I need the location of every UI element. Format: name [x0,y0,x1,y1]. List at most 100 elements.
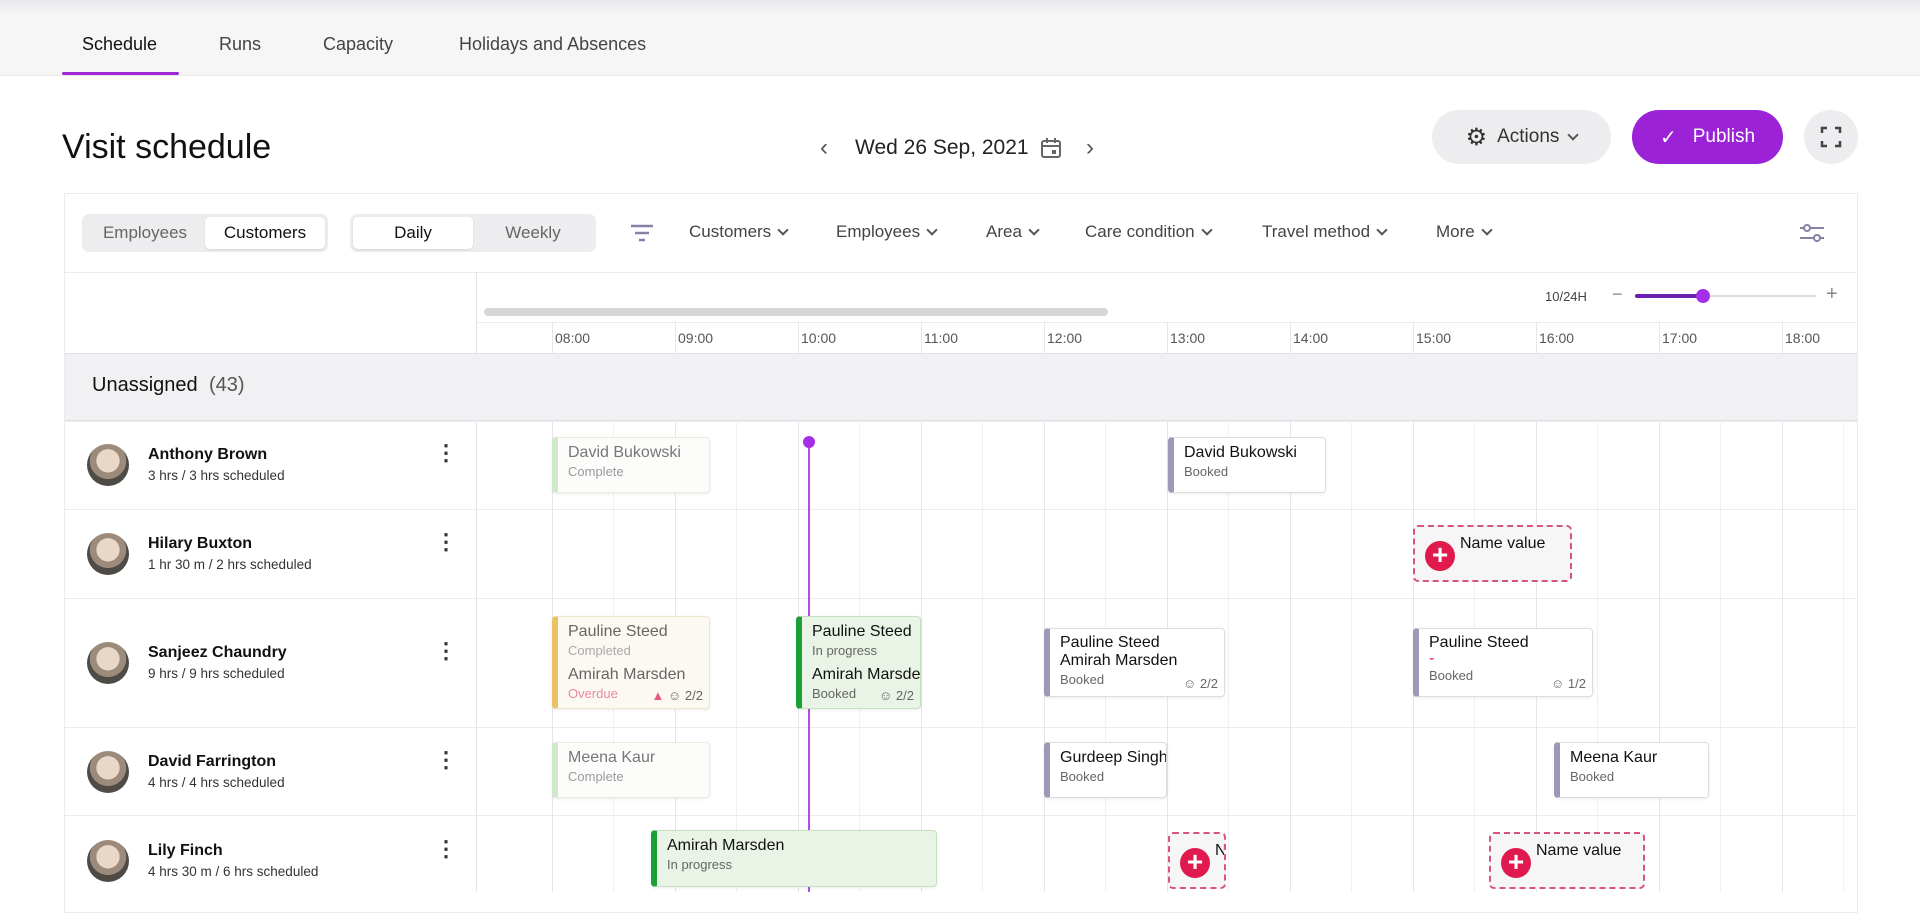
tab-runs[interactable]: Runs [219,34,261,55]
tab-capacity[interactable]: Capacity [323,34,393,55]
filter-travel-method[interactable]: Travel method [1262,222,1388,242]
half-hour-gridline [1351,353,1352,892]
filter-care-condition[interactable]: Care condition [1085,222,1213,242]
visit-card[interactable]: Meena Kaur Complete [552,742,710,798]
avatar [87,840,129,882]
filter-label: Area [986,222,1022,241]
customer-name: Lily Finch [148,842,223,859]
row-divider [65,727,1857,728]
chevron-down-icon [1481,223,1493,236]
visit-card[interactable]: Amirah Marsden In progress [651,830,937,887]
staff-count: 2/2 [1199,676,1218,691]
more-options-icon[interactable]: ⋮ [435,442,457,464]
hour-label: 10:00 [801,330,837,346]
half-hour-gridline [982,353,983,892]
row-divider [65,509,1857,510]
toggle-customers[interactable]: Customers [205,217,325,249]
visit-employee-2: Amirah Marsden [568,666,686,683]
more-options-icon[interactable]: ⋮ [435,749,457,771]
fullscreen-button[interactable] [1804,110,1858,164]
hour-label: 11:00 [924,330,958,346]
unassigned-count: (43) [209,374,245,396]
visit-name: N [1215,842,1226,859]
people-icon: ☺ [668,688,682,703]
filter-employees[interactable]: Employees [836,222,938,242]
visit-card[interactable]: Pauline Steed Completed Amirah Marsden Ove… [552,616,710,709]
filter-customers[interactable]: Customers [689,222,789,242]
zoom-label: 10/24H [1545,289,1587,304]
staff-count: 2/2 [684,688,703,703]
visit-employee: Gurdeep Singh [1060,749,1167,766]
check-icon: ✓ [1659,126,1677,149]
unassigned-row[interactable]: Unassigned (43) [65,353,1857,421]
visit-employee: David Bukowski [568,444,681,461]
scheduled-hours: 1 hr 30 m / 2 hrs scheduled [148,557,312,572]
zoom-out-button[interactable]: − [1612,284,1623,305]
toggle-employees[interactable]: Employees [85,217,205,249]
divider [65,272,1857,273]
zoom-slider-thumb[interactable] [1696,289,1710,303]
period-toggle[interactable]: Daily Weekly [350,214,596,252]
warning-icon: ▲ [651,688,665,703]
visit-card[interactable]: Meena Kaur Booked [1554,742,1709,798]
people-icon: ☺ [1183,676,1197,691]
view-toggle[interactable]: Employees Customers [82,214,328,252]
visit-card[interactable]: David Bukowski Complete [552,437,710,493]
actions-label: Actions [1497,126,1560,147]
filter-label: Employees [836,222,921,241]
customer-name: Sanjeez Chaundry [148,644,287,661]
next-day-button[interactable]: › [1086,134,1094,162]
sliders-icon[interactable] [1799,222,1825,244]
publish-button[interactable]: ✓ Publish [1632,110,1783,164]
unassigned-label: Unassigned [92,374,198,396]
tab-schedule[interactable]: Schedule [82,34,157,55]
visit-card[interactable]: Pauline Steed - Booked ☺ 1/2 [1413,628,1593,697]
unassigned-visit-card[interactable]: + N [1168,832,1226,889]
filter-label: Care condition [1085,222,1195,241]
scheduled-hours: 3 hrs / 3 hrs scheduled [148,468,285,483]
half-hour-gridline [1105,353,1106,892]
unassigned-visit-card[interactable]: + Name value [1413,525,1572,582]
add-icon[interactable]: + [1501,848,1531,878]
visit-card[interactable]: Pauline Steed Amirah Marsden Booked ☺ 2/2 [1044,628,1225,697]
add-icon[interactable]: + [1180,848,1210,878]
half-hour-gridline [1597,353,1598,892]
filter-more[interactable]: More [1436,222,1493,242]
filter-area[interactable]: Area [986,222,1040,242]
chevron-down-icon [1567,128,1580,141]
half-hour-gridline [1843,353,1844,892]
visit-status: In progress [812,643,878,658]
zoom-in-button[interactable]: + [1826,283,1838,306]
prev-day-button[interactable]: ‹ [820,134,828,162]
visit-employee: Pauline Steed [1429,634,1529,651]
horizontal-scrollbar[interactable] [484,308,1108,316]
unassigned-visit-card[interactable]: + Name value [1489,832,1645,889]
schedule-panel [64,193,1858,913]
more-options-icon[interactable]: ⋮ [435,640,457,662]
visit-status: Completed [568,643,631,658]
more-options-icon[interactable]: ⋮ [435,531,457,553]
toggle-daily[interactable]: Daily [353,217,473,249]
calendar-icon[interactable] [1040,137,1062,159]
visit-card[interactable]: David Bukowski Booked [1168,437,1326,493]
visit-card[interactable]: Pauline Steed In progress Amirah Marsden B… [796,616,921,709]
visit-employee: David Bukowski [1184,444,1297,461]
visit-employee: Pauline Steed [1060,634,1160,651]
row-divider [65,815,1857,816]
tab-holidays[interactable]: Holidays and Absences [459,34,646,55]
add-icon[interactable]: + [1425,541,1455,571]
filter-icon[interactable] [630,222,654,244]
top-nav [0,0,1920,76]
row-divider [65,421,1857,422]
hour-label: 14:00 [1293,330,1329,346]
chevron-down-icon [1200,223,1213,236]
chevron-down-icon [1376,223,1388,236]
toggle-weekly[interactable]: Weekly [473,217,593,249]
customer-name: David Farrington [148,753,277,770]
actions-button[interactable]: ⚙ Actions [1432,110,1611,164]
page-title: Visit schedule [62,128,272,166]
visit-card[interactable]: Gurdeep Singh Booked [1044,742,1167,798]
zoom-slider-fill [1635,294,1703,298]
hour-label: 17:00 [1662,330,1698,346]
more-options-icon[interactable]: ⋮ [435,838,457,860]
